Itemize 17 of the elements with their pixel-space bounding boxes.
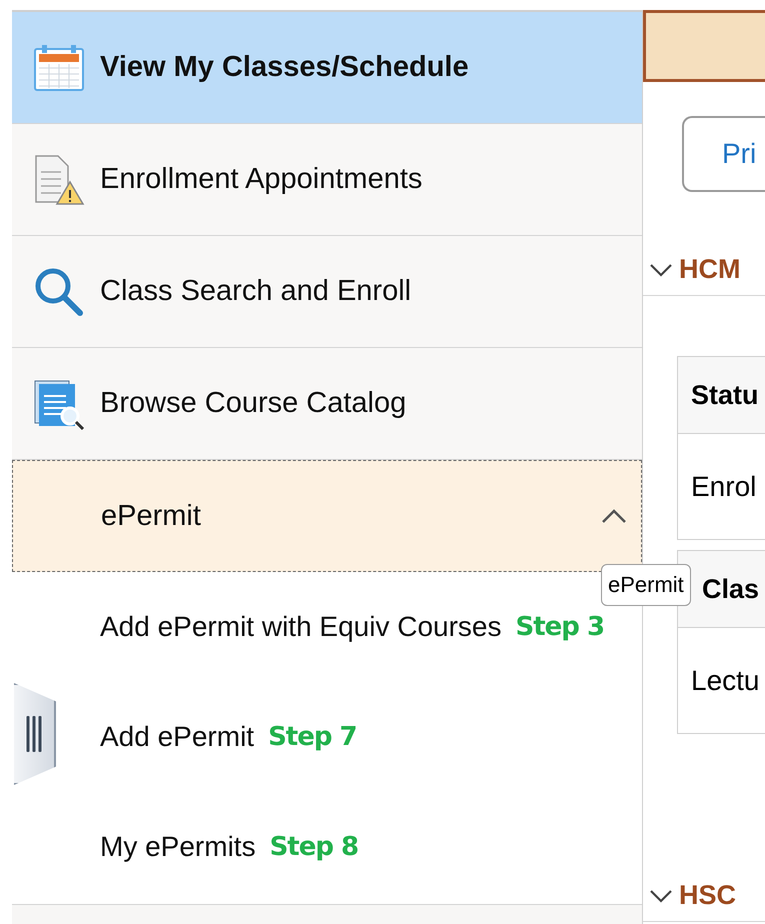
print-button[interactable]: Pri — [682, 116, 765, 192]
step-label: Step 8 — [270, 832, 358, 862]
tooltip: ePermit — [601, 564, 691, 606]
grip-icon — [26, 716, 42, 752]
nav-item[interactable]: View My Classes/Schedule — [12, 12, 642, 124]
chevron-up-icon — [601, 508, 627, 524]
step-label: Step 3 — [516, 612, 604, 642]
step-label: Step 7 — [268, 722, 357, 752]
submenu-link[interactable]: My ePermits — [100, 831, 256, 863]
submenu-link[interactable]: Add ePermit with Equiv Courses — [100, 611, 502, 643]
column-header: Statu — [678, 357, 765, 434]
table-cell-text: Enrol — [690, 470, 758, 504]
submenu-link[interactable]: Add ePermit — [100, 721, 254, 753]
section-header[interactable]: HCM — [643, 192, 765, 296]
nav-item[interactable]: ePermit — [12, 460, 642, 572]
section-header[interactable]: HSC — [643, 734, 765, 922]
table-cell-text: Lectu — [690, 664, 760, 698]
